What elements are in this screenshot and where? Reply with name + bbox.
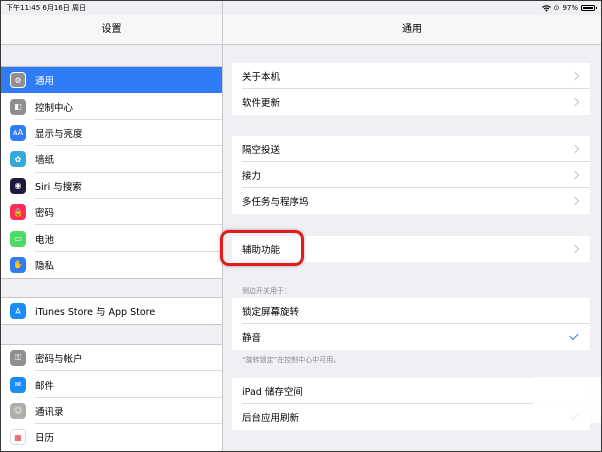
sidebar-item[interactable]: ᴀA 显示与亮度 [1, 120, 222, 147]
airdrop-row[interactable]: 隔空投送 [232, 136, 590, 162]
sidebar-item[interactable]: ◉ Siri 与搜索 [1, 173, 222, 200]
sidebar-group-1: ⚙ 通用 ◧ 控制中心 ᴀA 显示与亮度 ✿ 墙纸 ◉ Siri 与搜索 🔒 密码 ▭ 电池 ✋ 隐私 [1, 66, 222, 280]
sidebar-item[interactable]: ✿ 墙纸 [1, 146, 222, 173]
status-time-date: 下午11:45 6月16日 周日 [6, 4, 86, 12]
software-update-label: 软件更新 [242, 98, 281, 109]
chevron-right-icon [570, 71, 580, 81]
sidebar-item-label: Siri 与搜索 [35, 181, 82, 193]
sidebar-item[interactable]: ☺ 通讯录 [1, 398, 222, 425]
sidebar-item[interactable]: ⚙ 通用 [1, 67, 222, 94]
sidebar-item-label: 电池 [35, 234, 55, 246]
sidebar-title: 设置 [1, 15, 222, 45]
battery-percent: 97% [562, 4, 578, 12]
handoff-label: 接力 [242, 171, 262, 182]
sidebar-item[interactable]: ▦ 日历 [1, 424, 222, 450]
orientation-lock-icon: ⊙ [553, 4, 560, 12]
sidebar-item-label: 墙纸 [35, 155, 55, 167]
sidebar-item-label: iTunes Store 与 App Store [35, 307, 156, 319]
multitasking-dock-row[interactable]: 多任务与程序坞 [232, 188, 590, 214]
detail-group-continuity: 隔空投送 接力 多任务与程序坞 [232, 136, 590, 214]
chevron-right-icon [570, 144, 580, 154]
side-switch-footer: “旋转锁定”在控制中心中可用。 [242, 356, 341, 364]
settings-sidebar: 设置 ⚙ 通用 ◧ 控制中心 ᴀA 显示与亮度 ✿ 墙纸 ◉ Siri 与搜索 🔒 密码 ▭ 电池 ✋ 隐私 … [1, 1, 223, 451]
text-size-icon: ᴀA [10, 124, 26, 141]
chevron-right-icon [570, 244, 580, 254]
detail-group-side-switch: 锁定屏幕旋转 静音 [232, 298, 590, 350]
gear-icon: ⚙ [10, 72, 26, 89]
lock-rotation-label: 锁定屏幕旋转 [242, 307, 300, 318]
highlight-annotation [220, 230, 304, 266]
siri-icon: ◉ [10, 177, 26, 194]
sidebar-group-2: AiTunes Store 与 App Store [1, 297, 222, 326]
software-update-row[interactable]: 软件更新 [232, 89, 590, 115]
sidebar-item-label: 通讯录 [35, 406, 64, 418]
hand-icon: ✋ [10, 256, 26, 273]
chevron-right-icon [570, 170, 580, 180]
detail-title: 通用 [223, 15, 601, 45]
wifi-icon [541, 4, 551, 12]
contacts-icon: ☺ [10, 402, 26, 419]
lock-rotation-row[interactable]: 锁定屏幕旋转 [232, 298, 590, 324]
handoff-row[interactable]: 接力 [232, 162, 590, 188]
status-bar: 下午11:45 6月16日 周日 ⊙ 97% [1, 1, 601, 15]
sidebar-item[interactable]: AiTunes Store 与 App Store [1, 298, 222, 324]
chevron-right-icon [570, 196, 580, 206]
flower-icon: ✿ [10, 151, 26, 168]
sidebar-item-label: 密码与帐户 [35, 354, 83, 366]
sidebar-item-label: 通用 [35, 76, 55, 88]
sidebar-item[interactable]: ▭ 电池 [1, 225, 222, 253]
background-refresh-label: 后台应用刷新 [242, 413, 300, 424]
sidebar-item-label: 控制中心 [35, 102, 74, 114]
sidebar-group-3: ⚿ 密码与帐户 ✉ 邮件 ☺ 通讯录 ▦ 日历 [1, 344, 222, 451]
mute-label: 静音 [242, 333, 262, 344]
mute-row[interactable]: 静音 [232, 324, 590, 350]
about-row[interactable]: 关于本机 [232, 63, 590, 89]
sidebar-item-label: 日历 [35, 433, 55, 445]
battery-icon [581, 5, 597, 11]
sidebar-item[interactable]: ✉ 邮件 [1, 371, 222, 399]
sidebar-item-label: 邮件 [35, 380, 55, 392]
battery-icon: ▭ [10, 230, 26, 247]
switches-icon: ◧ [10, 98, 26, 115]
side-switch-header: 侧边开关用于： [242, 287, 291, 295]
chevron-right-icon [570, 97, 580, 107]
sidebar-item-label: 显示与亮度 [35, 128, 83, 140]
app-store-icon: A [10, 303, 26, 320]
sidebar-item[interactable]: ◧ 控制中心 [1, 93, 222, 121]
general-detail-pane: 通用 关于本机 软件更新 隔空投送 接力 多任务与程序坞 辅助功能 侧边开关用于… [223, 1, 601, 451]
detail-group-about: 关于本机 软件更新 [232, 63, 590, 115]
ipad-settings-window: 设置 ⚙ 通用 ◧ 控制中心 ᴀA 显示与亮度 ✿ 墙纸 ◉ Siri 与搜索 🔒 密码 ▭ 电池 ✋ 隐私 … [0, 0, 602, 452]
mail-icon: ✉ [10, 376, 26, 393]
sidebar-item[interactable]: 🔒 密码 [1, 199, 222, 226]
airdrop-label: 隔空投送 [242, 145, 281, 156]
checkmark-icon [569, 330, 579, 341]
sidebar-item-label: 密码 [35, 208, 55, 220]
calendar-icon: ▦ [10, 429, 26, 446]
key-icon: ⚿ [10, 350, 26, 367]
multitasking-dock-label: 多任务与程序坞 [242, 197, 309, 208]
sidebar-item-label: 隐私 [35, 260, 55, 272]
fade-overlay [533, 377, 601, 423]
status-right: ⊙ 97% [541, 1, 597, 15]
lock-icon: 🔒 [10, 204, 26, 221]
sidebar-item[interactable]: ✋ 隐私 [1, 252, 222, 278]
sidebar-item[interactable]: ⚿ 密码与帐户 [1, 345, 222, 372]
about-label: 关于本机 [242, 72, 281, 83]
